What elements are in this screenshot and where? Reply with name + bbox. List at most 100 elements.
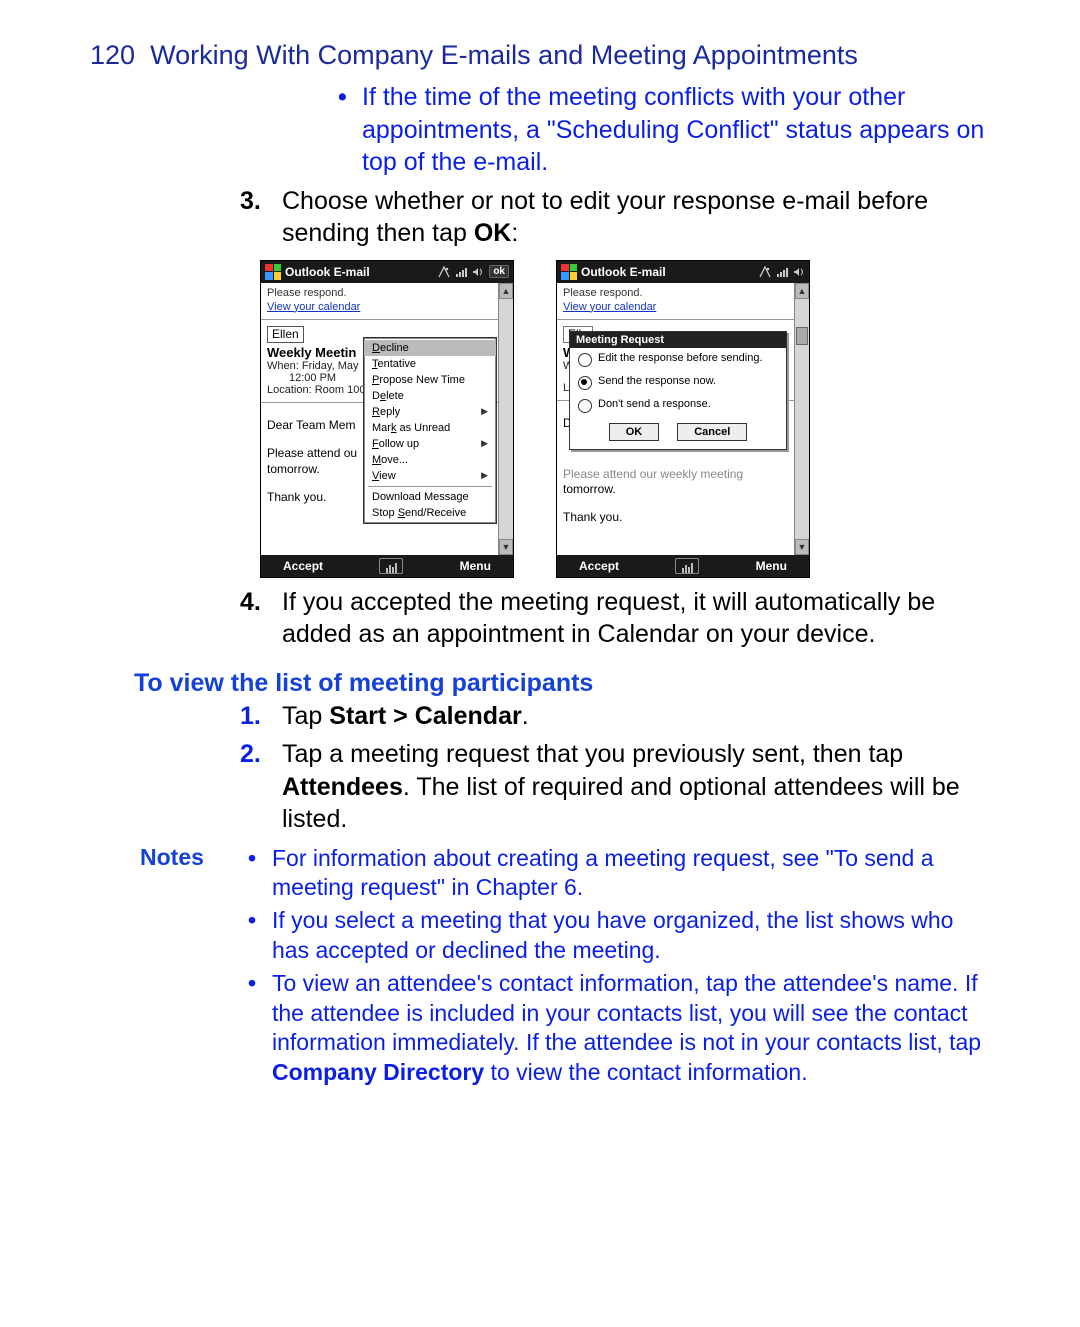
- menu-reply[interactable]: Reply▶: [364, 404, 496, 420]
- note-2: If you select a meeting that you have or…: [240, 906, 990, 965]
- windows-flag-icon: [265, 264, 281, 280]
- step-3-text-a: Choose whether or not to edit your respo…: [282, 187, 928, 248]
- softkey-accept[interactable]: Accept: [283, 559, 323, 573]
- status-icons: [759, 266, 809, 278]
- scrollbar[interactable]: ▲ ▼: [498, 283, 513, 555]
- opt2-label: Send the response now.: [598, 375, 716, 387]
- conflict-bullet: If the time of the meeting conflicts wit…: [330, 81, 990, 179]
- shot2-client: Please respond. View your calendar Elle …: [557, 283, 809, 555]
- menu-mark-as-unread[interactable]: Mark as Unread: [364, 420, 496, 436]
- menu-download-message[interactable]: Download Message: [364, 489, 496, 505]
- page-title: Working With Company E-mails and Meeting…: [150, 40, 858, 70]
- menu-follow-up[interactable]: Follow up▶: [364, 436, 496, 452]
- view-calendar-link[interactable]: View your calendar: [267, 301, 492, 313]
- p-step-1: 1. Tap Start > Calendar.: [240, 700, 990, 733]
- step-3-item: 3. Choose whether or not to edit your re…: [240, 185, 990, 250]
- please-respond: Please respond.: [267, 287, 492, 299]
- note-3-a: To view an attendee's contact informatio…: [272, 970, 981, 1055]
- dialog-cancel-button[interactable]: Cancel: [677, 423, 747, 441]
- scroll-down-icon[interactable]: ▼: [499, 539, 513, 555]
- connectivity-icon: [759, 266, 771, 278]
- step-3-marker: 3.: [240, 185, 261, 218]
- speaker-icon: [472, 266, 484, 278]
- view-calendar-link[interactable]: View your calendar: [563, 301, 788, 313]
- opt-send-now[interactable]: Send the response now.: [570, 371, 786, 394]
- status-icons: ok: [438, 265, 513, 278]
- chevron-right-icon: ▶: [481, 438, 488, 449]
- softkey-menu[interactable]: Menu: [460, 559, 491, 573]
- section-heading: To view the list of meeting participants: [134, 669, 990, 698]
- intro-bullet-block: If the time of the meeting conflicts wit…: [330, 81, 990, 179]
- sip-icon[interactable]: [675, 558, 699, 574]
- connectivity-icon: [438, 266, 450, 278]
- note-3-bold: Company Directory: [272, 1059, 484, 1085]
- menu-propose-new-time[interactable]: Propose New Time: [364, 372, 496, 388]
- p1-marker: 1.: [240, 700, 261, 733]
- opt-dont-send[interactable]: Don't send a response.: [570, 394, 786, 417]
- shot1-titlebar: Outlook E-mail ok: [261, 261, 513, 283]
- menu-move[interactable]: Move...: [364, 452, 496, 468]
- chevron-right-icon: ▶: [481, 406, 488, 417]
- radio-icon[interactable]: [578, 353, 592, 367]
- page-number: 120: [90, 40, 135, 70]
- note-2-text: If you select a meeting that you have or…: [272, 907, 953, 962]
- scroll-up-icon[interactable]: ▲: [499, 283, 513, 299]
- titlebar-ok[interactable]: ok: [489, 265, 509, 278]
- participants-steps: 1. Tap Start > Calendar. 2. Tap a meetin…: [240, 700, 990, 836]
- page-header: 120 Working With Company E-mails and Mee…: [90, 40, 990, 71]
- opt1-label: Edit the response before sending.: [598, 352, 763, 364]
- scroll-down-icon[interactable]: ▼: [795, 539, 809, 555]
- meeting-request-dialog: Meeting Request Edit the response before…: [569, 331, 787, 450]
- screenshot-1: Outlook E-mail ok Please respond. View y…: [260, 260, 514, 578]
- step-3-ok: OK: [474, 219, 512, 247]
- note-3: To view an attendee's contact informatio…: [240, 969, 990, 1087]
- msg-line4: Thank you.: [563, 509, 788, 525]
- screenshot-2: Outlook E-mail Please respond. View your…: [556, 260, 810, 578]
- menu-view[interactable]: View▶: [364, 468, 496, 484]
- radio-icon[interactable]: [578, 376, 592, 390]
- softkey-accept[interactable]: Accept: [579, 559, 619, 573]
- note-3-b: to view the contact information.: [484, 1059, 807, 1085]
- shot2-softkeys: Accept Menu: [557, 555, 809, 577]
- menu-stop-send-receive[interactable]: Stop Send/Receive: [364, 505, 496, 521]
- signal-icon: [776, 266, 788, 278]
- context-menu: Decline Tentative Propose New Time Delet…: [363, 337, 497, 524]
- screenshots-row: Outlook E-mail ok Please respond. View y…: [240, 260, 990, 578]
- notes-label: Notes: [90, 844, 240, 871]
- conflict-bullet-text: If the time of the meeting conflicts wit…: [362, 83, 984, 176]
- softkey-menu[interactable]: Menu: [756, 559, 787, 573]
- p1-b: .: [522, 702, 529, 730]
- p2-marker: 2.: [240, 738, 261, 771]
- speaker-icon: [793, 266, 805, 278]
- dialog-ok-button[interactable]: OK: [609, 423, 660, 441]
- scrollbar[interactable]: ▲ ▼: [794, 283, 809, 555]
- menu-delete[interactable]: Delete: [364, 388, 496, 404]
- shot1-client: Please respond. View your calendar Ellen…: [261, 283, 513, 555]
- windows-flag-icon: [561, 264, 577, 280]
- hscroll-thumb-icon[interactable]: [796, 327, 808, 345]
- p2-a: Tap a meeting request that you previousl…: [282, 740, 903, 768]
- step-3: 3. Choose whether or not to edit your re…: [240, 185, 990, 250]
- menu-decline[interactable]: Decline: [364, 340, 496, 356]
- opt-edit-before-sending[interactable]: Edit the response before sending.: [570, 348, 786, 371]
- p2-bold: Attendees: [282, 773, 403, 801]
- menu-tentative[interactable]: Tentative: [364, 356, 496, 372]
- signal-icon: [455, 266, 467, 278]
- note-1-text: For information about creating a meeting…: [272, 845, 934, 900]
- scroll-up-icon[interactable]: ▲: [795, 283, 809, 299]
- step-4-item: 4. If you accepted the meeting request, …: [240, 586, 990, 651]
- dialog-title: Meeting Request: [570, 332, 786, 348]
- step-4-text: If you accepted the meeting request, it …: [282, 588, 935, 649]
- p1-a: Tap: [282, 702, 329, 730]
- please-respond: Please respond.: [563, 287, 788, 299]
- chevron-right-icon: ▶: [481, 470, 488, 481]
- msg-line3: tomorrow.: [563, 481, 788, 497]
- notes-block: Notes For information about creating a m…: [90, 844, 990, 1092]
- shot2-app-title: Outlook E-mail: [581, 265, 666, 279]
- step-3-text-b: :: [511, 219, 518, 247]
- from-chip[interactable]: Ellen: [267, 326, 304, 343]
- note-1: For information about creating a meeting…: [240, 844, 990, 903]
- sip-icon[interactable]: [379, 558, 403, 574]
- radio-icon[interactable]: [578, 399, 592, 413]
- step-4: 4. If you accepted the meeting request, …: [240, 586, 990, 651]
